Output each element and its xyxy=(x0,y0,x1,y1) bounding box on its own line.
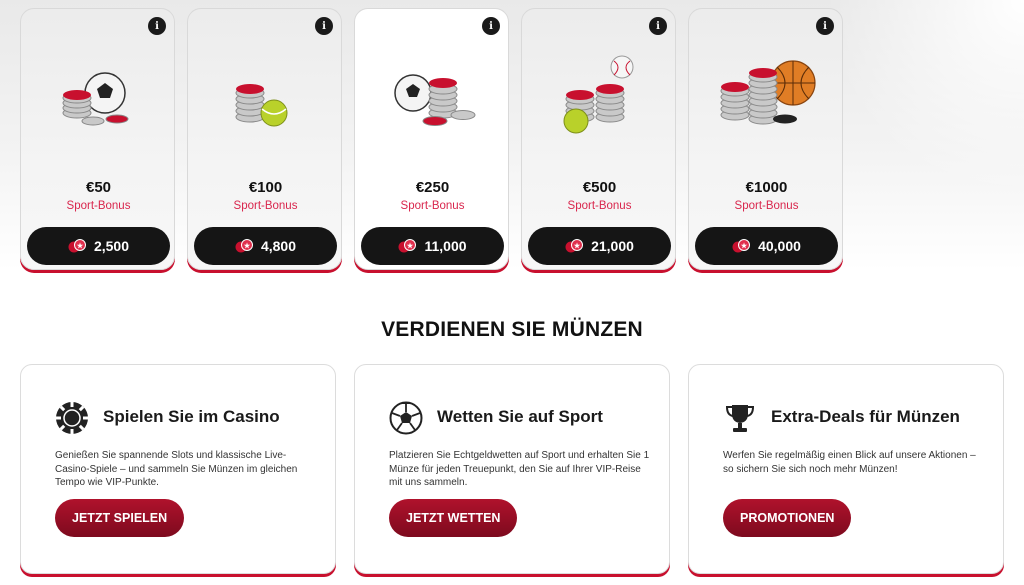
bonus-label: Sport-Bonus xyxy=(567,200,632,212)
trophy-icon xyxy=(725,405,755,432)
bonus-amount: €250 xyxy=(415,179,450,196)
casino-chip-icon xyxy=(56,402,88,434)
redeem-coins-button[interactable]: ★ 40,000 xyxy=(695,227,838,265)
coin-price: 2,500 xyxy=(93,238,130,254)
bonus-amount: €500 xyxy=(582,179,617,196)
info-icon[interactable]: i xyxy=(816,17,834,35)
svg-text:★: ★ xyxy=(574,242,581,250)
reward-card-1000[interactable]: i €1000 Sport-Bonus ★ 40,000 xyxy=(688,8,843,270)
coin-icon: ★ xyxy=(732,239,751,253)
coins-tennis-illustration xyxy=(235,84,288,127)
coins-soccer-illustration xyxy=(394,74,476,126)
bonus-amount: €1000 xyxy=(745,179,788,196)
bonus-amount: €100 xyxy=(248,179,283,196)
coin-icon: ★ xyxy=(68,239,86,253)
svg-text:★: ★ xyxy=(77,242,84,250)
coin-icon: ★ xyxy=(235,239,253,253)
bonus-label: Sport-Bonus xyxy=(233,200,298,212)
earn-description: Platzieren Sie Echtgeldwetten auf Sport … xyxy=(389,450,650,488)
reward-card-500[interactable]: i €500 Sport-Bonus ★ 21,000 xyxy=(521,8,676,270)
info-icon[interactable]: i xyxy=(482,17,500,35)
coins-basketball-illustration xyxy=(720,60,816,125)
coin-icon: ★ xyxy=(565,239,584,253)
coin-price: 21,000 xyxy=(591,238,634,254)
bonus-amount: €50 xyxy=(85,179,112,196)
coins-soccer-illustration xyxy=(62,72,129,126)
earn-card-deals: Extra-Deals für Münzen Werfen Sie regelm… xyxy=(688,364,1004,574)
reward-card-50[interactable]: i €50 Sport-Bonus ★ 2,500 xyxy=(20,8,175,270)
reward-card-100[interactable]: i €100 Sport-Bonus ★ 4,800 xyxy=(187,8,342,270)
info-icon[interactable]: i xyxy=(649,17,667,35)
earn-title: Spielen Sie im Casino xyxy=(103,407,280,426)
earn-card-sport: Wetten Sie auf Sport Platzieren Sie Echt… xyxy=(354,364,670,574)
coin-price: 11,000 xyxy=(424,238,467,254)
coins-baseball-tennis-illustration xyxy=(563,55,634,134)
earn-title: Extra-Deals für Münzen xyxy=(771,407,960,426)
earn-description: Genießen Sie spannende Slots und klassis… xyxy=(55,450,298,488)
coin-price: 4,800 xyxy=(260,238,297,254)
bonus-label: Sport-Bonus xyxy=(66,200,131,212)
coin-price: 40,000 xyxy=(758,238,801,254)
reward-cards: i €50 Sport-Bonus ★ 2,500 i €100 Sport-B… xyxy=(20,8,850,273)
svg-text:★: ★ xyxy=(244,242,251,250)
svg-text:★: ★ xyxy=(741,242,748,250)
redeem-coins-button[interactable]: ★ 4,800 xyxy=(194,227,337,265)
bet-now-button[interactable]: JETZT WETTEN xyxy=(389,499,518,537)
redeem-coins-button[interactable]: ★ 21,000 xyxy=(528,227,671,265)
redeem-coins-button[interactable]: ★ 2,500 xyxy=(27,227,170,265)
play-now-button[interactable]: JETZT SPIELEN xyxy=(55,499,185,537)
bonus-label: Sport-Bonus xyxy=(734,200,799,212)
redeem-coins-button[interactable]: ★ 11,000 xyxy=(361,227,504,265)
coin-icon: ★ xyxy=(398,239,417,253)
reward-card-250[interactable]: i €250 Sport-Bonus ★ 11,000 xyxy=(354,8,509,270)
promotions-button[interactable]: PROMOTIONEN xyxy=(723,499,852,537)
section-title: VERDIENEN SIE MÜNZEN xyxy=(381,318,643,341)
info-icon[interactable]: i xyxy=(315,17,333,35)
earn-description: Werfen Sie regelmäßig einen Blick auf un… xyxy=(723,450,976,475)
earn-card-casino: Spielen Sie im Casino Genießen Sie spann… xyxy=(20,364,336,574)
info-icon[interactable]: i xyxy=(148,17,166,35)
earn-title: Wetten Sie auf Sport xyxy=(437,407,603,426)
svg-text:★: ★ xyxy=(407,242,414,250)
soccer-ball-icon xyxy=(389,401,423,435)
bonus-label: Sport-Bonus xyxy=(400,200,465,212)
